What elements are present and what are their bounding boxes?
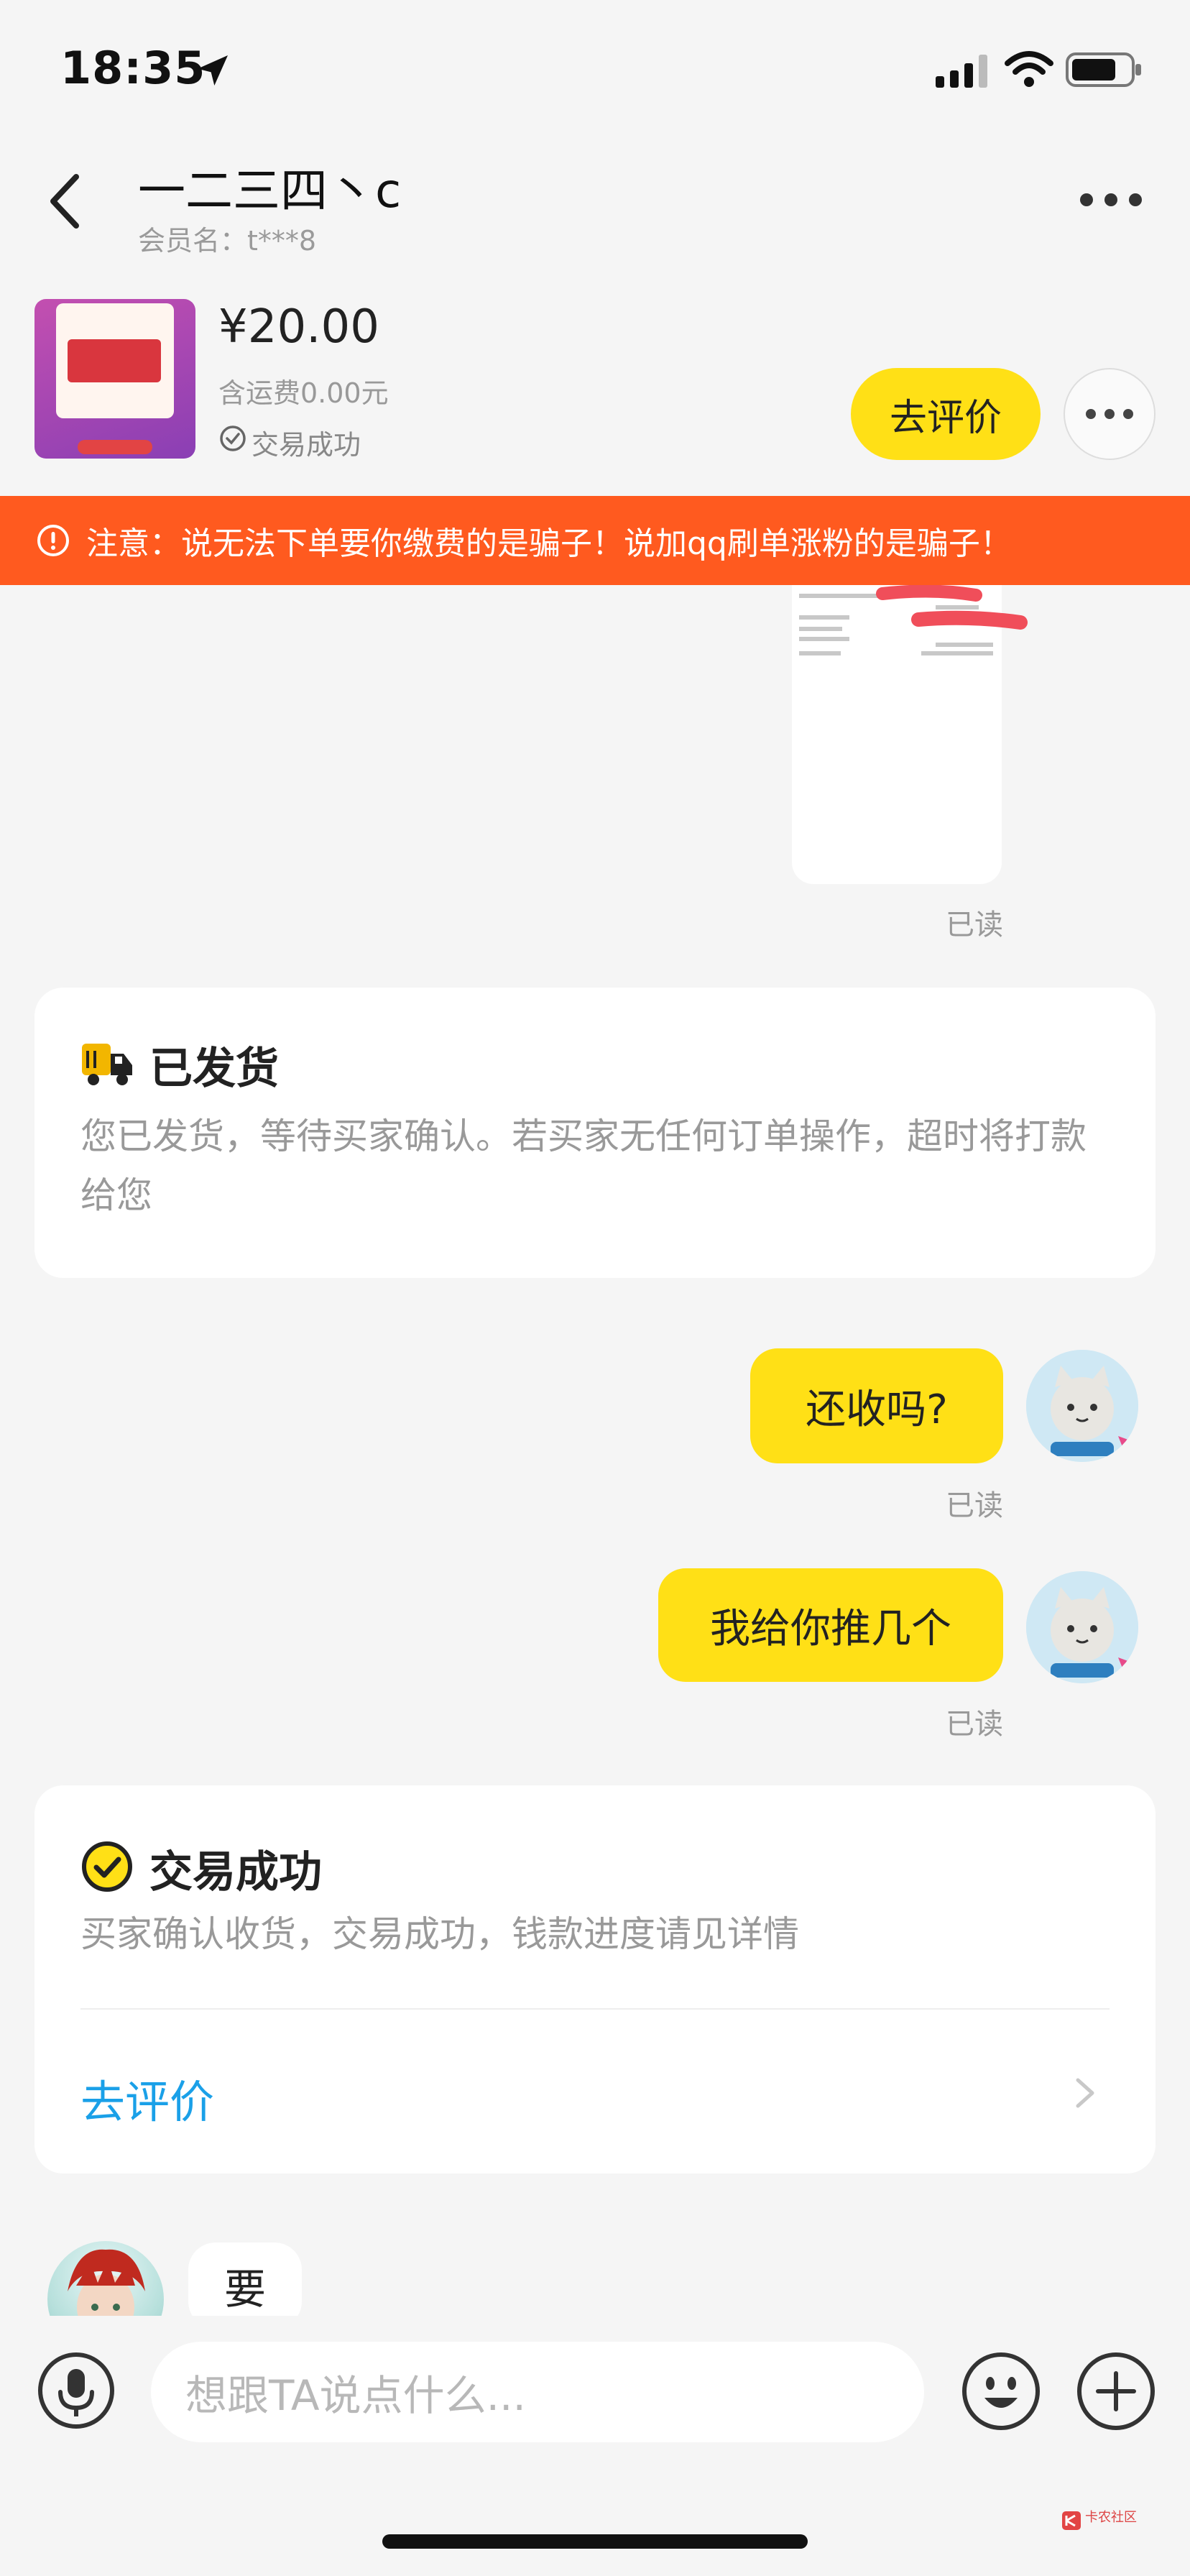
product-thumbnail[interactable] <box>34 299 195 459</box>
message-input[interactable]: 想跟TA说点什么... <box>151 2342 924 2442</box>
read-receipt: 已读 <box>946 1489 1003 1522</box>
watermark-text: 卡农社区 <box>1085 2510 1137 2525</box>
back-icon[interactable] <box>45 171 88 231</box>
redaction-mark <box>876 584 1028 630</box>
more-dots-icon <box>1086 409 1133 419</box>
battery-icon <box>1066 52 1141 87</box>
chat-title: 一二三四丶c <box>138 163 402 218</box>
order-more-button[interactable] <box>1064 368 1156 460</box>
message-bubble[interactable]: 我给你推几个 <box>658 1568 1003 1682</box>
status-time: 18:35 <box>60 42 206 94</box>
cat-avatar-icon <box>1026 1350 1138 1462</box>
cat-avatar-icon <box>1026 1571 1138 1683</box>
read-receipt: 已读 <box>946 908 1003 942</box>
my-avatar[interactable] <box>1026 1571 1138 1683</box>
check-badge-icon <box>82 1841 132 1892</box>
chevron-right-icon[interactable] <box>1072 2074 1098 2112</box>
location-arrow-icon <box>198 55 228 86</box>
shipped-desc: 您已发货，等待买家确认。若买家无任何订单操作，超时将打款给您 <box>80 1116 1087 1216</box>
message-input-placeholder: 想跟TA说点什么... <box>185 2371 526 2420</box>
success-desc: 买家确认收货，交易成功，钱款进度请见详情 <box>80 1913 799 1955</box>
microphone-icon[interactable] <box>36 2350 116 2431</box>
shipped-title: 已发货 <box>149 1044 279 1094</box>
home-indicator <box>382 2534 808 2549</box>
alert-circle-icon <box>37 525 69 556</box>
truck-icon <box>82 1044 132 1085</box>
my-avatar[interactable] <box>1026 1350 1138 1462</box>
warning-banner: 注意：说无法下单要你缴费的是骗子！说加qq刷单涨粉的是骗子！ <box>0 496 1190 585</box>
watermark-logo-icon <box>1062 2511 1081 2530</box>
go-review-link[interactable]: 去评价 <box>80 2066 214 2130</box>
success-title: 交易成功 <box>149 1847 322 1898</box>
read-receipt: 已读 <box>946 1708 1003 1741</box>
signal-icon <box>936 55 987 88</box>
product-price: ¥20.00 <box>218 300 379 354</box>
warning-text: 注意：说无法下单要你缴费的是骗子！说加qq刷单涨粉的是骗子！ <box>86 525 1012 562</box>
divider <box>80 2008 1110 2010</box>
check-circle-icon <box>220 426 246 451</box>
wifi-icon <box>1005 51 1053 87</box>
emoji-icon[interactable] <box>960 2350 1042 2432</box>
more-options-icon[interactable] <box>1078 188 1144 211</box>
order-status: 交易成功 <box>252 429 361 461</box>
plus-icon[interactable] <box>1075 2350 1157 2432</box>
review-button[interactable]: 去评价 <box>851 368 1041 460</box>
member-name: 会员名：t***8 <box>138 225 317 257</box>
message-bubble[interactable]: 还收吗? <box>750 1348 1003 1463</box>
shipping-fee: 含运费0.00元 <box>218 377 389 409</box>
